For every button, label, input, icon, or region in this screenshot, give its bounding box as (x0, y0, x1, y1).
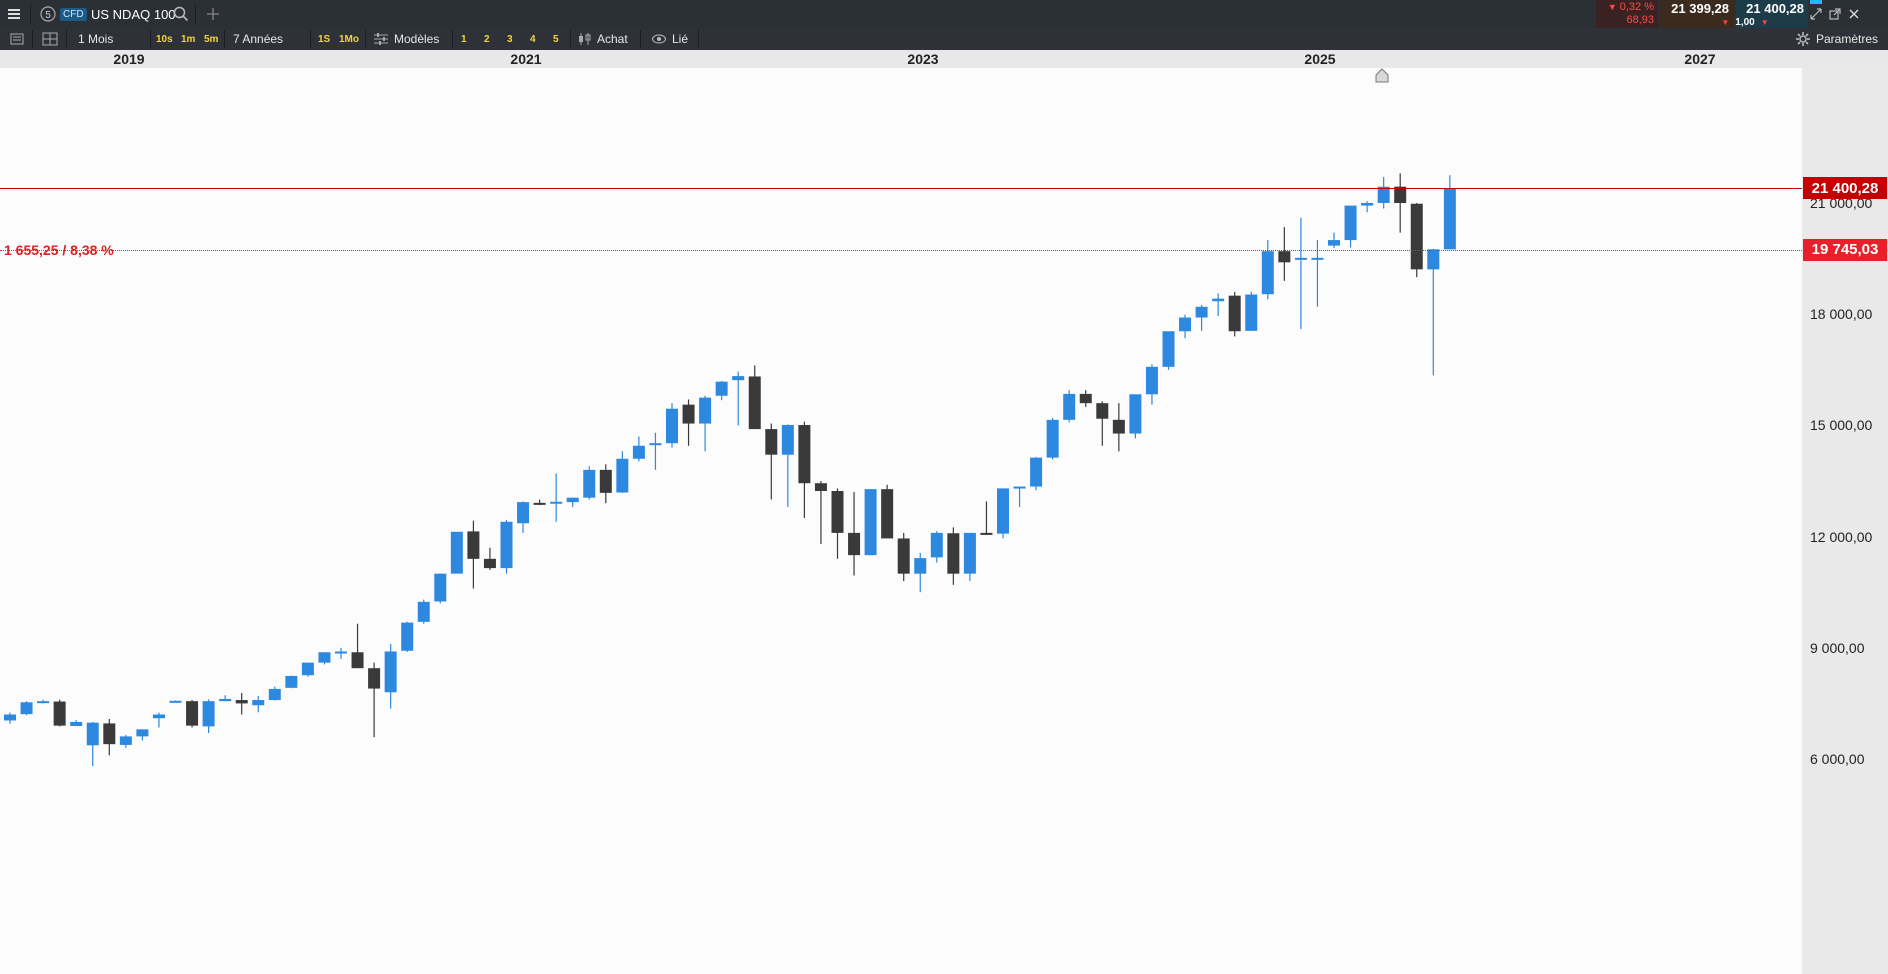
candle-body (831, 491, 844, 533)
current-price-label: 21 400,28 (1803, 177, 1887, 200)
candle-body (616, 458, 629, 493)
candle-body (103, 723, 116, 745)
current-price-line[interactable] (0, 188, 1802, 190)
candle-body (202, 701, 215, 727)
candle-body (169, 700, 182, 703)
candle-body (997, 488, 1009, 534)
candle-body (1030, 457, 1043, 487)
candle-body (1013, 486, 1026, 489)
candle-body (1145, 366, 1158, 395)
candle-body (434, 573, 447, 602)
candle-body (1162, 331, 1175, 367)
candle-body (335, 651, 347, 654)
candle-body (1427, 249, 1440, 270)
candle-body (136, 729, 149, 737)
candle-body (632, 445, 645, 459)
reference-price-line[interactable] (0, 249, 1802, 251)
candle-body (1443, 188, 1456, 250)
candle-body (864, 489, 877, 556)
candle-body (450, 531, 463, 574)
candle-body (1195, 306, 1208, 318)
candle-body (715, 381, 728, 396)
candle-body (980, 532, 993, 535)
candle-body (1245, 294, 1258, 331)
candle-body (86, 722, 99, 746)
candle-body (599, 469, 612, 493)
price-axis-label: 18 000,00 (1810, 306, 1873, 323)
candle-body (70, 721, 83, 727)
candle-body (748, 376, 761, 430)
candle-body (152, 714, 165, 719)
candle-body (1063, 393, 1076, 420)
home-icon (1375, 68, 1389, 83)
candlestick-chart (4, 68, 1456, 767)
candle-body (37, 701, 50, 704)
candle-body (881, 489, 894, 539)
candle-body (1344, 205, 1357, 241)
candle-body (583, 469, 596, 498)
candle-body (550, 501, 563, 504)
candle-body (963, 532, 976, 574)
candle-body (682, 404, 695, 424)
candle-body (1228, 295, 1241, 332)
candle-body (1261, 251, 1274, 295)
candle-body (649, 443, 662, 446)
price-axis-label: 9 000,00 (1810, 639, 1865, 656)
candle-body (533, 502, 546, 505)
candle-body (417, 601, 430, 622)
candle-body (285, 675, 298, 688)
price-axis-label: 12 000,00 (1810, 528, 1873, 545)
candle-body (1361, 203, 1374, 206)
candle-body (467, 531, 480, 559)
price-axis-label: 15 000,00 (1810, 417, 1873, 434)
candle-body (666, 408, 678, 444)
candle-body (500, 521, 513, 569)
candle-body (1129, 394, 1142, 434)
candle-body (4, 714, 16, 721)
candle-body (765, 429, 778, 455)
candle-body (119, 736, 132, 745)
candle-body (1112, 419, 1125, 434)
candle-body (20, 702, 33, 715)
price-difference-label: 1 655,25 / 8,38 % (4, 241, 114, 258)
candle-body (1328, 240, 1340, 246)
candle-body (781, 425, 794, 455)
candle-body (897, 538, 910, 574)
candle-body (401, 622, 414, 651)
candle-body (252, 700, 265, 706)
candle-body (235, 700, 248, 704)
candle-body (732, 376, 745, 381)
candle-body (1212, 298, 1225, 302)
candle-body (914, 558, 927, 574)
candle-body (268, 688, 281, 701)
candle-body (318, 652, 331, 663)
reference-price-label: 19 745,03 (1803, 238, 1887, 261)
candle-body (814, 483, 827, 492)
candle-body (1311, 257, 1324, 260)
candle-body (517, 502, 530, 524)
candle-body (483, 558, 496, 569)
candle-body (699, 397, 712, 424)
candle-body (1294, 257, 1307, 260)
candle-body (566, 497, 579, 503)
candle-body (301, 662, 314, 676)
candle-body (219, 698, 232, 702)
candle-body (930, 532, 943, 558)
candle-body (1046, 419, 1059, 458)
candle-body (351, 652, 364, 669)
candle-body (947, 533, 960, 574)
candle-body (798, 425, 811, 484)
candle-body (848, 532, 861, 556)
candle-body (1278, 251, 1291, 263)
candle-body (1410, 203, 1423, 270)
candle-body (1179, 317, 1192, 332)
candle-body (186, 701, 199, 726)
candle-body (1079, 393, 1092, 404)
candle-body (53, 701, 66, 726)
candle-body (368, 668, 381, 689)
candle-body (384, 651, 397, 693)
price-axis-label: 6 000,00 (1810, 751, 1865, 767)
candle-body (1096, 403, 1109, 419)
